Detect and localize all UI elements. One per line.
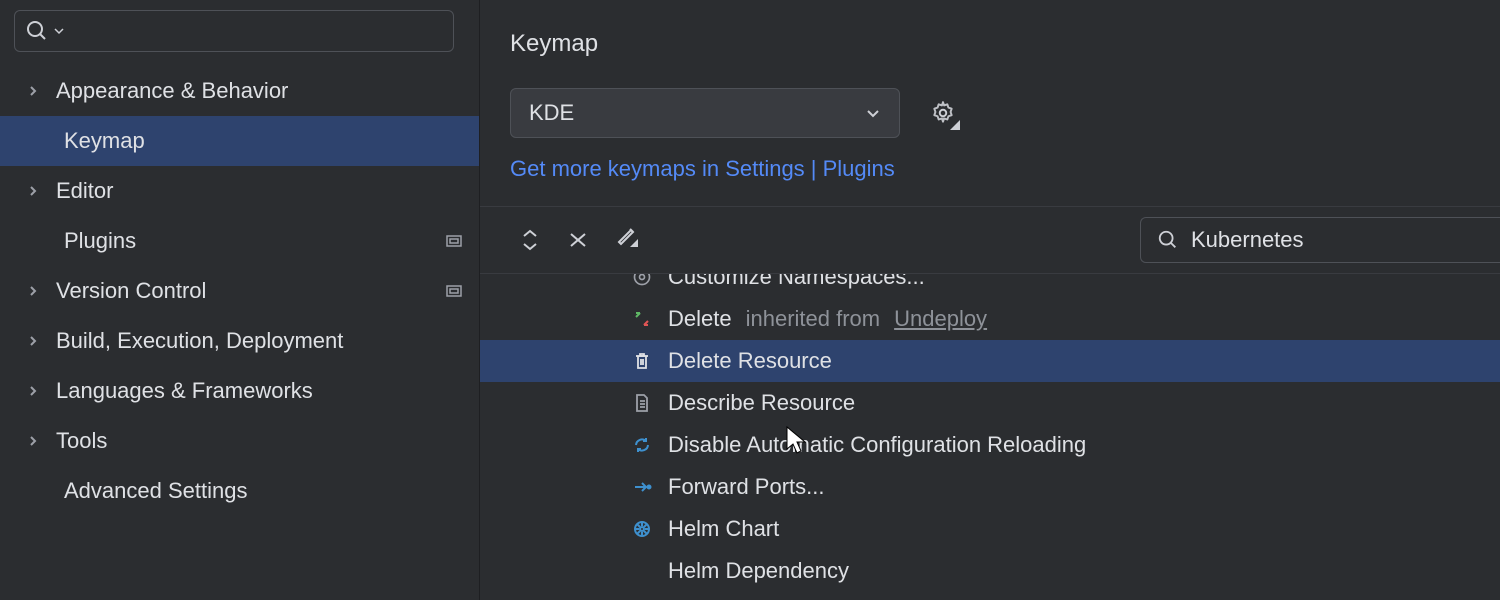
action-search-input[interactable]: Kubernetes [1140,217,1500,263]
chevron-down-icon [53,25,65,37]
sidebar-item-label: Tools [56,428,463,454]
tree-item[interactable]: Delete inherited from Undeploy [480,298,1500,340]
collapse-icon [568,230,588,250]
keymap-settings-button[interactable] [930,100,956,126]
tree-item-label: Forward Ports... [668,474,824,500]
sidebar-item-tools[interactable]: Tools [0,416,479,466]
chevron-down-icon [865,105,881,121]
tree-item[interactable]: Disable Automatic Configuration Reloadin… [480,424,1500,466]
tree-item-label: Describe Resource [668,390,855,416]
collapse-all-button[interactable] [568,230,588,250]
tree-item-label: Disable Automatic Configuration Reloadin… [668,432,1086,458]
sidebar-item-label: Version Control [56,278,431,304]
dropdown-value: KDE [529,100,574,126]
tree-item[interactable]: Customize Namespaces... [480,273,1500,298]
refresh-icon [630,435,654,455]
sidebar-item-label: Advanced Settings [64,478,463,504]
main-panel: Keymap KDE Get more keymaps in Settings … [480,0,1500,600]
page-title: Keymap [480,20,1500,88]
chevron-right-icon [24,435,42,447]
sidebar-item-languages-frameworks[interactable]: Languages & Frameworks [0,366,479,416]
tree-item-label: Delete [668,306,732,332]
helm-icon [630,519,654,539]
document-icon [630,393,654,413]
tree-item-label: Delete Resource [668,348,832,374]
sidebar-item-keymap[interactable]: Keymap [0,116,479,166]
expand-collapse-button[interactable] [520,228,540,252]
keymap-dropdown[interactable]: KDE [510,88,900,138]
sidebar-item-label: Languages & Frameworks [56,378,463,404]
keymap-action-tree: Customize Namespaces... Delete inherited… [480,273,1500,592]
chevron-right-icon [24,85,42,97]
sidebar-item-editor[interactable]: Editor [0,166,479,216]
project-badge-icon [445,282,463,300]
chevron-right-icon [24,285,42,297]
tree-item-label: Helm Dependency [668,558,849,584]
search-value: Kubernetes [1191,227,1304,253]
inherited-text: inherited from [746,306,881,332]
sidebar-item-label: Plugins [64,228,431,254]
get-more-keymaps-link[interactable]: Get more keymaps in Settings | Plugins [510,156,895,181]
tree-item-label: Helm Chart [668,516,779,542]
sidebar-item-label: Editor [56,178,463,204]
sidebar-item-appearance-behavior[interactable]: Appearance & Behavior [0,66,479,116]
tree-item[interactable]: Helm Dependency [480,550,1500,592]
sidebar-item-advanced-settings[interactable]: Advanced Settings [0,466,479,516]
search-icon [1157,229,1179,251]
undeploy-icon [630,309,654,329]
sidebar-item-build-execution-deployment[interactable]: Build, Execution, Deployment [0,316,479,366]
gear-icon [630,273,654,287]
sidebar-item-label: Build, Execution, Deployment [56,328,463,354]
sidebar-item-plugins[interactable]: Plugins [0,216,479,266]
tree-item[interactable]: Helm Chart [480,508,1500,550]
search-icon [25,19,49,43]
trash-icon [630,351,654,371]
forward-icon [630,477,654,497]
sidebar-item-label: Appearance & Behavior [56,78,463,104]
project-badge-icon [445,232,463,250]
tree-item[interactable]: Forward Ports... [480,466,1500,508]
expand-collapse-icon [520,228,540,252]
sidebar-item-label: Keymap [64,128,463,154]
settings-sidebar: Appearance & Behavior Keymap Editor Plug… [0,0,480,600]
edit-shortcut-button[interactable] [616,225,638,255]
chevron-right-icon [24,335,42,347]
chevron-right-icon [24,385,42,397]
tree-item-label: Customize Namespaces... [668,273,925,290]
sidebar-item-version-control[interactable]: Version Control [0,266,479,316]
tree-item[interactable]: Describe Resource [480,382,1500,424]
sidebar-search-input[interactable] [14,10,454,52]
chevron-right-icon [24,185,42,197]
tree-item[interactable]: Delete Resource [480,340,1500,382]
inherited-from-link[interactable]: Undeploy [894,306,987,332]
